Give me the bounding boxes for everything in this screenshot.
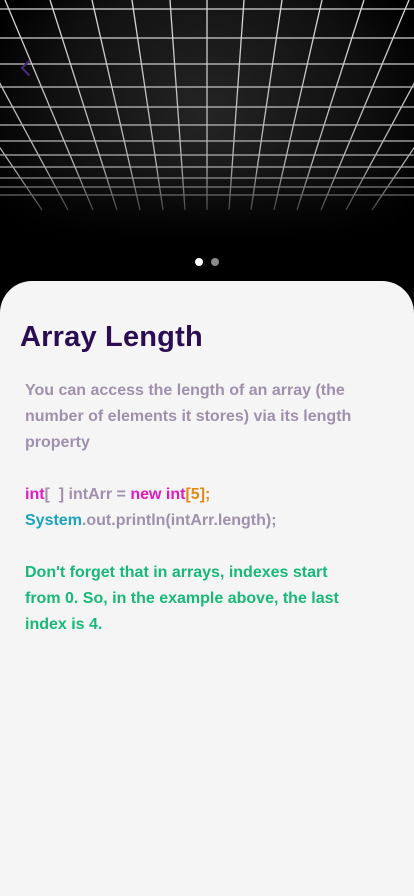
code-snippet: int[ ] intArr = new int[5]; System.out.pr… (25, 482, 385, 534)
lesson-title: Array Length (20, 321, 203, 353)
code-text: intArr = (64, 486, 131, 503)
page-dot-2[interactable] (211, 258, 219, 266)
chevron-left-icon (21, 60, 30, 76)
code-text: [ ] (44, 486, 65, 503)
code-keyword: int (161, 486, 186, 503)
code-class: System (25, 512, 82, 529)
lesson-card: Array Length You can access the length o… (0, 281, 414, 896)
page-dot-1[interactable] (195, 258, 203, 266)
code-number: 5 (190, 486, 200, 503)
lesson-note: Don't forget that in arrays, indexes sta… (25, 564, 339, 633)
code-keyword: new (130, 486, 162, 503)
code-text: .out.println(intArr.length); (81, 512, 277, 529)
code-keyword: int (25, 486, 45, 503)
hero-banner (0, 0, 414, 300)
back-button[interactable] (14, 56, 38, 80)
code-line-1: int[ ] intArr = new int[5]; (25, 482, 385, 508)
lesson-description: You can access the length of an array (t… (25, 382, 352, 451)
grid-graphic (0, 0, 414, 300)
page-indicator (0, 258, 414, 266)
code-line-2: System.out.println(intArr.length); (25, 508, 385, 534)
code-bracket: ]; (199, 486, 211, 503)
